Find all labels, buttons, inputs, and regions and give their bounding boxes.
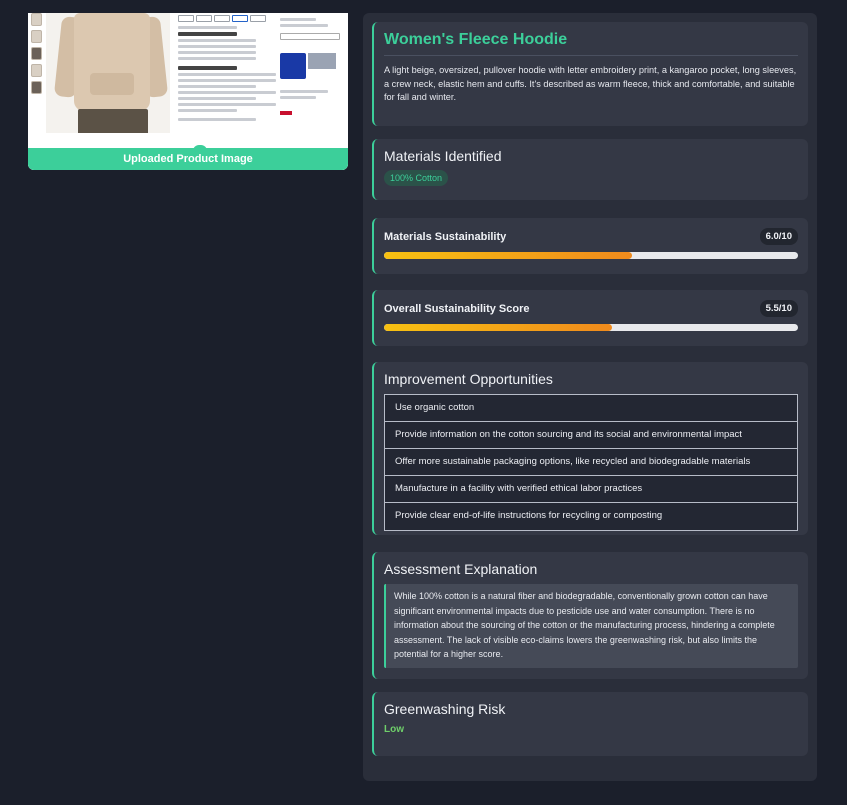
brand-logo-thumbnail [280, 53, 306, 79]
product-title: Women's Fleece Hoodie [384, 31, 798, 56]
product-page-screenshot [28, 13, 348, 170]
thumbnail-strip [31, 13, 43, 98]
greenwashing-title: Greenwashing Risk [384, 701, 506, 717]
materials-sustainability-bar-fill [384, 252, 633, 259]
overall-sustainability-bar-fill [384, 324, 612, 331]
product-details-column [178, 15, 276, 124]
overall-sustainability-label: Overall Sustainability Score [384, 302, 530, 315]
improvement-opportunities-card: Improvement Opportunities Use organic co… [372, 362, 808, 535]
results-panel: Women's Fleece Hoodie A light beige, ove… [363, 13, 817, 781]
thumbnail [31, 64, 42, 77]
explanation-title: Assessment Explanation [384, 561, 538, 577]
improvement-item: Offer more sustainable packaging options… [385, 449, 797, 476]
materials-card: Materials Identified 100% Cotton [372, 139, 808, 200]
improvement-item: Provide clear end-of-life instructions f… [385, 503, 797, 530]
explanation-text: While 100% cotton is a natural fiber and… [384, 584, 798, 668]
product-description: A light beige, oversized, pullover hoodi… [384, 65, 797, 102]
improvement-item: Manufacture in a facility with verified … [385, 476, 797, 503]
product-summary-card: Women's Fleece Hoodie A light beige, ove… [372, 22, 808, 126]
materials-sustainability-bar [384, 252, 798, 259]
uploaded-image-card: Uploaded Product Image [28, 13, 348, 170]
materials-sustainability-label: Materials Sustainability [384, 230, 507, 243]
assessment-explanation-card: Assessment Explanation While 100% cotton… [372, 552, 808, 679]
improvement-list: Use organic cotton Provide information o… [384, 394, 798, 531]
uploaded-image-caption: Uploaded Product Image [28, 145, 348, 170]
improvement-item: Use organic cotton [385, 395, 797, 422]
greenwashing-risk-value: Low [384, 724, 404, 735]
hoodie-photo [46, 13, 170, 133]
thumbnail [31, 13, 42, 26]
overall-sustainability-score: 5.5/10 [759, 300, 798, 317]
material-tag: 100% Cotton [384, 170, 449, 186]
greenwashing-risk-card: Greenwashing Risk Low [372, 692, 808, 756]
buy-box-column [280, 15, 340, 120]
overall-sustainability-card: Overall Sustainability Score 5.5/10 [372, 290, 808, 346]
improvement-title: Improvement Opportunities [384, 371, 553, 387]
materials-title: Materials Identified [384, 148, 502, 164]
thumbnail [31, 30, 42, 43]
materials-sustainability-card: Materials Sustainability 6.0/10 [372, 218, 808, 274]
improvement-item: Provide information on the cotton sourci… [385, 422, 797, 449]
thumbnail [31, 47, 42, 60]
thumbnail [31, 81, 42, 94]
overall-sustainability-bar [384, 324, 798, 331]
materials-sustainability-score: 6.0/10 [759, 228, 798, 245]
